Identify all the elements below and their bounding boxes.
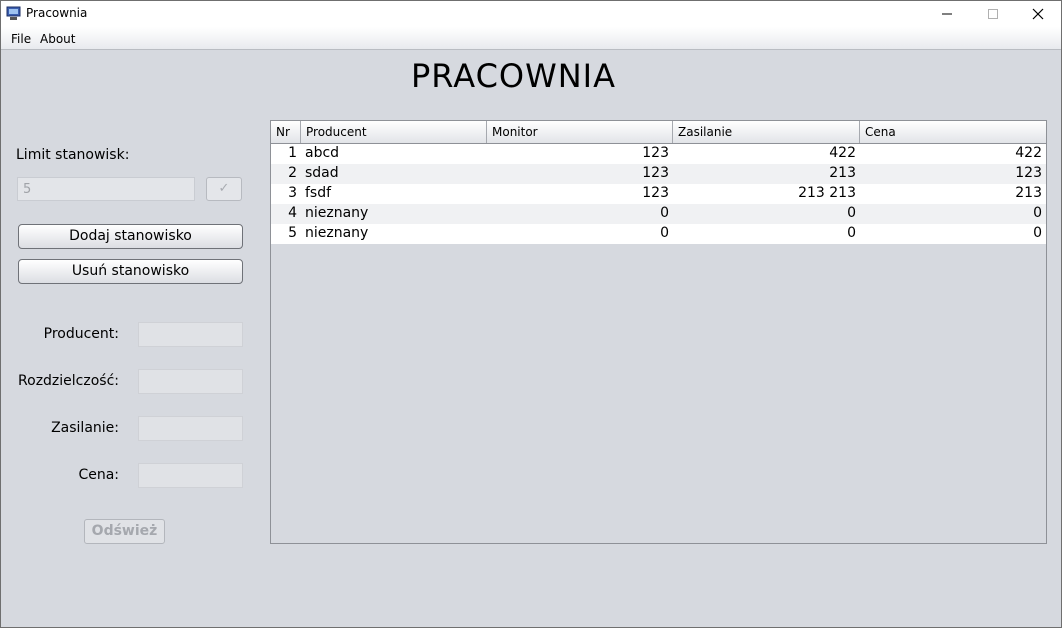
- app-icon: [6, 6, 21, 20]
- table-row[interactable]: 1 abcd 123 422 422: [271, 144, 1046, 164]
- column-header-zasilanie[interactable]: Zasilanie: [673, 121, 860, 143]
- menu-about[interactable]: About: [40, 32, 75, 46]
- price-label: Cena:: [78, 467, 119, 483]
- cell-monitor: 0: [660, 205, 669, 221]
- column-header-cena[interactable]: Cena: [860, 121, 1046, 143]
- price-field[interactable]: [138, 463, 243, 488]
- resolution-label: Rozdzielczość:: [18, 373, 119, 389]
- cell-cena: 422: [1015, 145, 1042, 161]
- producer-field[interactable]: [138, 322, 243, 347]
- table-row[interactable]: 2 sdad 123 213 123: [271, 164, 1046, 184]
- minimize-button[interactable]: [924, 1, 970, 27]
- cell-cena: 0: [1033, 225, 1042, 241]
- producer-label: Producent:: [43, 326, 119, 342]
- cell-zasilanie: 0: [847, 225, 856, 241]
- cell-cena: 0: [1033, 205, 1042, 221]
- workstations-table: Nr Producent Monitor Zasilanie Cena 1 ab…: [270, 120, 1047, 544]
- cell-producent: sdad: [305, 165, 339, 181]
- cell-cena: 213: [1015, 185, 1042, 201]
- cell-nr: 4: [288, 205, 297, 221]
- cell-producent: fsdf: [305, 185, 332, 201]
- column-header-monitor[interactable]: Monitor: [487, 121, 673, 143]
- menu-file[interactable]: File: [11, 32, 31, 46]
- cell-producent: nieznany: [305, 225, 369, 241]
- column-header-nr[interactable]: Nr: [271, 121, 301, 143]
- cell-zasilanie: 422: [829, 145, 856, 161]
- maximize-button[interactable]: [970, 1, 1016, 27]
- cell-monitor: 123: [642, 165, 669, 181]
- power-field[interactable]: [138, 416, 243, 441]
- refresh-button: Odśwież: [84, 519, 165, 544]
- table-header: Nr Producent Monitor Zasilanie Cena: [271, 121, 1046, 144]
- add-workstation-button[interactable]: Dodaj stanowisko: [18, 224, 243, 249]
- remove-workstation-button[interactable]: Usuń stanowisko: [18, 259, 243, 284]
- power-label: Zasilanie:: [51, 420, 119, 436]
- maximize-icon: [988, 9, 998, 19]
- table-row[interactable]: 3 fsdf 123 213 213 213: [271, 184, 1046, 204]
- cell-nr: 2: [288, 165, 297, 181]
- cell-zasilanie: 213 213: [798, 185, 856, 201]
- app-window: Pracownia File About PRACOWNIA Limit sta…: [0, 0, 1062, 628]
- cell-zasilanie: 0: [847, 205, 856, 221]
- cell-producent: abcd: [305, 145, 340, 161]
- cell-monitor: 0: [660, 225, 669, 241]
- cell-monitor: 123: [642, 145, 669, 161]
- resolution-field[interactable]: [138, 369, 243, 394]
- close-button[interactable]: [1015, 1, 1061, 27]
- cell-monitor: 123: [642, 185, 669, 201]
- table-row[interactable]: 5 nieznany 0 0 0: [271, 224, 1046, 244]
- limit-input: 5: [17, 177, 195, 201]
- cell-cena: 123: [1015, 165, 1042, 181]
- cell-zasilanie: 213: [829, 165, 856, 181]
- confirm-limit-button: ✓: [206, 177, 242, 201]
- table-row[interactable]: 4 nieznany 0 0 0: [271, 204, 1046, 224]
- cell-nr: 3: [288, 185, 297, 201]
- cell-producent: nieznany: [305, 205, 369, 221]
- page-title: PRACOWNIA: [411, 57, 616, 95]
- column-header-producent[interactable]: Producent: [301, 121, 487, 143]
- cell-nr: 5: [288, 225, 297, 241]
- close-icon: [1032, 8, 1044, 20]
- minimize-icon: [942, 13, 952, 15]
- window-title: Pracownia: [26, 6, 88, 20]
- cell-nr: 1: [288, 145, 297, 161]
- limit-label: Limit stanowisk:: [16, 147, 130, 163]
- menu-bar: File About: [1, 27, 1061, 50]
- title-bar: Pracownia: [1, 1, 1061, 27]
